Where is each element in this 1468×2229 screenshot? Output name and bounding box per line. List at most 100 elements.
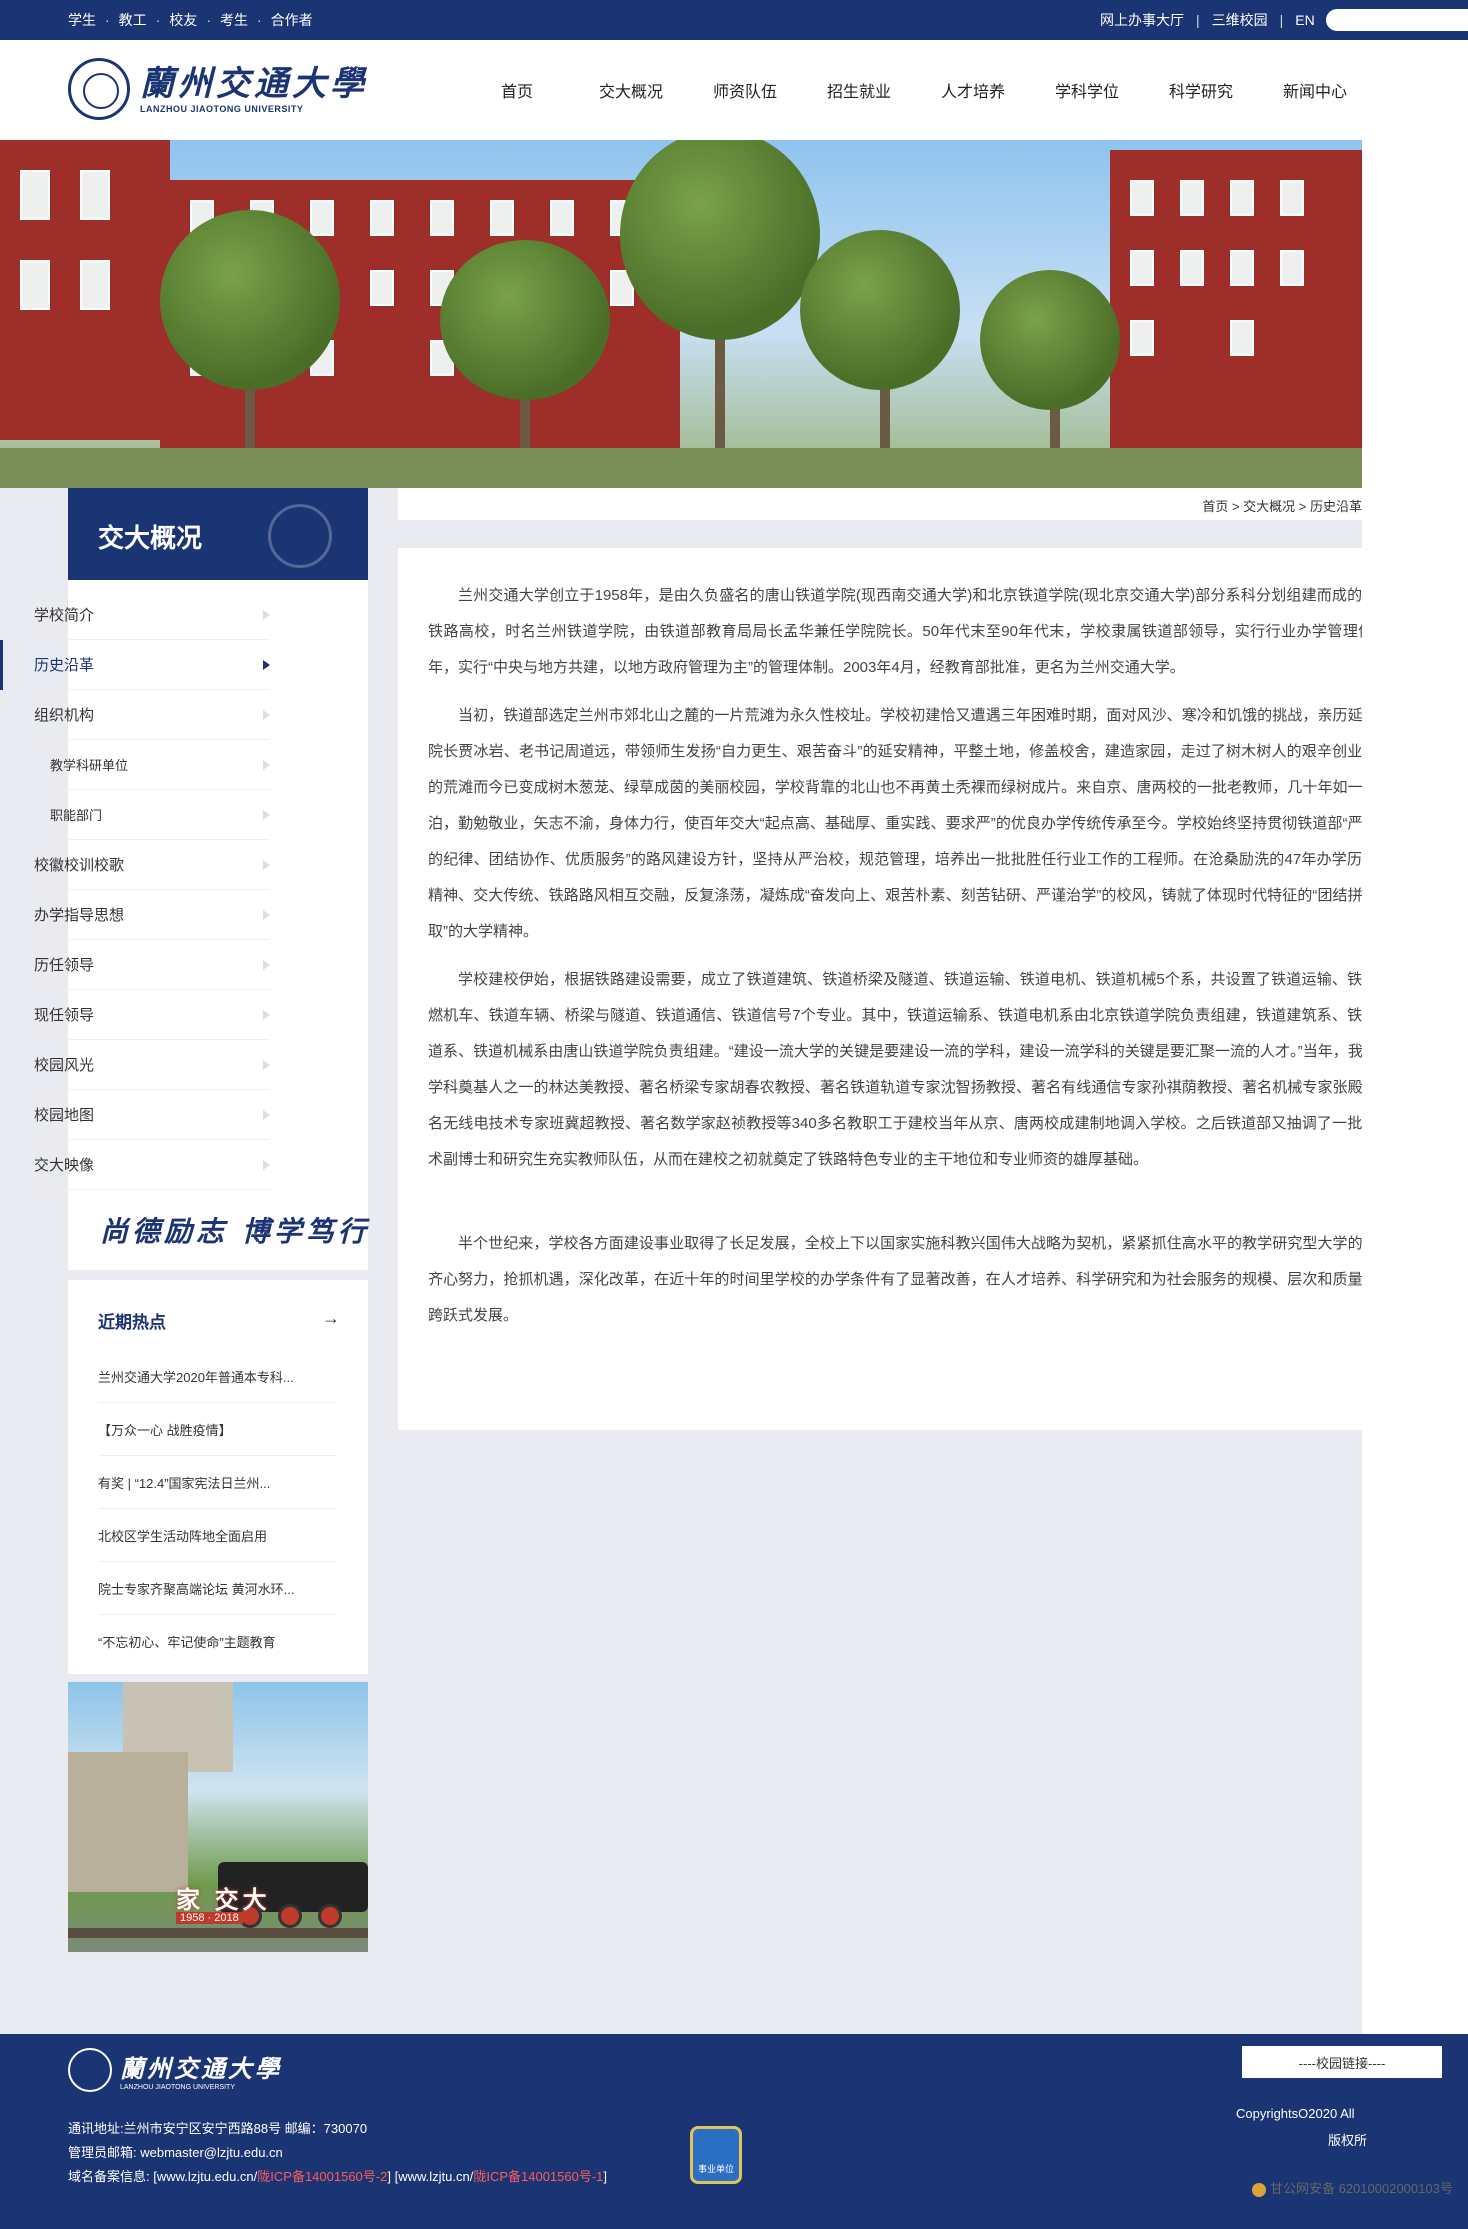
footer-logo[interactable]: 蘭州交通大學 LANZHOU JIAOTONG UNIVERSITY: [68, 2048, 282, 2092]
footer-icp: 域名备案信息: [www.lzjtu.edu.cn/陇ICP备14001560号…: [68, 2169, 608, 2184]
campus-locomotive-photo[interactable]: 家 交大 1958 · 2018: [68, 1682, 368, 1952]
sidebar-item-current-leaders[interactable]: 现任领导: [34, 990, 270, 1040]
university-seal-icon: [68, 58, 130, 120]
building: [0, 140, 170, 440]
chevron-right-icon: [263, 960, 270, 970]
link-applicants[interactable]: 考生: [220, 10, 248, 30]
separator-dot: ·: [105, 12, 110, 28]
tree: [620, 140, 820, 340]
public-institution-badge-icon[interactable]: 事业单位: [690, 2126, 742, 2184]
tree: [800, 230, 960, 390]
copyright-text: CopyrightsO2020 All: [1236, 2106, 1355, 2121]
sidebar-item-organization[interactable]: 组织机构: [34, 690, 270, 740]
article-paragraph: 兰州交通大学创立于1958年，是由久负盛名的唐山铁道学院(现西南交通大学)和北京…: [428, 587, 1438, 676]
hot-news-item[interactable]: 北校区学生活动阵地全面启用: [98, 1509, 336, 1562]
nav-education[interactable]: 人才培养: [916, 78, 1030, 102]
footer-logo-chinese: 蘭州交通大學: [120, 2054, 282, 2083]
hot-news-item[interactable]: 院士专家齐聚高端论坛 黄河水环...: [98, 1562, 336, 1615]
nav-admissions[interactable]: 招生就业: [802, 78, 916, 102]
article-content: 兰州交通大学创立于1958年，是由久负盛名的唐山铁道学院(现西南交通大学)和北京…: [398, 548, 1438, 1430]
article-paragraph: 半个世纪来，学校各方面建设事业取得了长足发展，全校上下以国家实施科教兴国伟大战略…: [428, 1235, 1438, 1324]
sidebar-item-campus-map[interactable]: 校园地图: [34, 1090, 270, 1140]
link-students[interactable]: 学生: [68, 10, 96, 30]
sidebar-item-campus-scenery[interactable]: 校园风光: [34, 1040, 270, 1090]
hot-news-item[interactable]: “不忘初心、牢记使命”主题教育: [98, 1615, 336, 1668]
separator-bar: |: [1196, 12, 1200, 28]
sidebar-item-images[interactable]: 交大映像: [34, 1140, 270, 1190]
logo-chinese: 蘭州交通大學: [140, 64, 368, 104]
chevron-down-icon[interactable]: [1442, 2058, 1460, 2070]
hot-news-item[interactable]: 有奖 | “12.4”国家宪法日兰州...: [98, 1456, 336, 1509]
seal-watermark-icon: [268, 504, 332, 568]
tree: [980, 270, 1120, 410]
article-paragraph: 学校建校伊始，根据铁路建设需要，成立了铁道建筑、铁道桥梁及隧道、铁道运输、铁道电…: [428, 971, 1438, 1168]
public-security-record[interactable]: 甘公网安备 62010002000103号: [1252, 2178, 1453, 2197]
top-right-links: 网上办事大厅 | 三维校园 | EN: [1100, 0, 1315, 40]
hot-news-item[interactable]: 兰州交通大学2020年普通本专科...: [98, 1350, 336, 1403]
sidebar-item-former-leaders[interactable]: 历任领导: [34, 940, 270, 990]
nav-research[interactable]: 科学研究: [1144, 78, 1258, 102]
link-english[interactable]: EN: [1295, 12, 1314, 28]
sidebar-item-history[interactable]: 历史沿革: [0, 640, 270, 690]
hot-news-item[interactable]: 【万众一心 战胜疫情】: [98, 1403, 336, 1456]
sidebar-item-emblem-motto-song[interactable]: 校徽校训校歌: [34, 840, 270, 890]
police-badge-icon: [1252, 2182, 1266, 2197]
nav-disciplines[interactable]: 学科学位: [1030, 78, 1144, 102]
nav-faculty[interactable]: 师资队伍: [688, 78, 802, 102]
article-paragraph: 当初，铁道部选定兰州市郊北山之麓的一片荒滩为永久性校址。学校初建恰又遭遇三年困难…: [428, 707, 1438, 940]
campus-banner-image: [0, 140, 1362, 488]
breadcrumb-text[interactable]: 首页 > 交大概况 > 历史沿革: [1202, 496, 1362, 515]
breadcrumb: 首页 > 交大概况 > 历史沿革: [398, 488, 1362, 520]
sidebar-item-school-intro[interactable]: 学校简介: [34, 590, 270, 640]
copyright-text-2: 版权所: [1328, 2133, 1368, 2148]
chevron-right-icon: [263, 760, 270, 770]
hot-news-title: 近期热点: [98, 1313, 166, 1332]
arrow-right-icon[interactable]: →: [322, 1308, 340, 1329]
main-nav: 首页 交大概况 师资队伍 招生就业 人才培养 学科学位 科学研究 新闻中心 人才…: [460, 40, 1468, 140]
nav-news[interactable]: 新闻中心: [1258, 78, 1372, 102]
footer-address: 通讯地址:兰州市安宁区安宁西路88号 邮编：730070: [68, 2121, 368, 2136]
sidebar-subitem-teaching-units[interactable]: 教学科研单位: [50, 740, 270, 790]
chevron-right-icon: [263, 910, 270, 920]
link-alumni[interactable]: 校友: [169, 10, 197, 30]
chevron-right-icon: [263, 1010, 270, 1020]
tree: [440, 240, 610, 400]
footer-logo-english: LANZHOU JIAOTONG UNIVERSITY: [120, 2084, 235, 2091]
icp-link[interactable]: 陇ICP备14001560号-1: [473, 2169, 603, 2184]
nav-recruitment[interactable]: 人才招聘: [1372, 78, 1468, 102]
separator-dot: ·: [155, 12, 161, 28]
audience-links: 学生 · 教工 · 校友 · 考生 · 合作者: [68, 0, 313, 40]
school-motto: 尚德励志 博学笃行: [100, 1215, 370, 1248]
sidebar-title: 交大概况: [98, 523, 203, 553]
search-input[interactable]: [1326, 9, 1468, 31]
footer-email: 管理员邮箱: webmaster@lzjtu.edu.cn: [68, 2145, 283, 2160]
chevron-right-icon: [263, 710, 270, 720]
link-staff[interactable]: 教工: [119, 10, 147, 30]
separator-bar: |: [1279, 12, 1284, 28]
icp-link[interactable]: 陇ICP备14001560号-2: [257, 2169, 387, 2184]
footer-logo-text: 蘭州交通大學 LANZHOU JIAOTONG UNIVERSITY: [112, 2049, 282, 2091]
building: [1110, 150, 1362, 470]
nav-home[interactable]: 首页: [460, 78, 574, 102]
hot-news-panel: 近期热点 → 兰州交通大学2020年普通本专科... 【万众一心 战胜疫情】 有…: [68, 1280, 368, 1674]
site-header: 蘭州交通大學 LANZHOU JIAOTONG UNIVERSITY 首页 交大…: [0, 40, 1468, 140]
sidebar-subitem-functional-depts[interactable]: 职能部门: [50, 790, 270, 840]
sidebar-title-panel: 交大概况: [68, 488, 368, 580]
nav-about[interactable]: 交大概况: [574, 78, 688, 102]
chevron-right-icon: [263, 810, 270, 820]
chevron-right-icon: [263, 1110, 270, 1120]
chevron-right-icon: [263, 660, 270, 670]
university-seal-icon: [68, 2048, 112, 2092]
photo-sign: 家 交大: [176, 1887, 271, 1914]
link-3d-campus[interactable]: 三维校园: [1212, 10, 1268, 30]
separator-dot: ·: [206, 12, 212, 28]
top-bar: 学生 · 教工 · 校友 · 考生 · 合作者 网上办事大厅 | 三维校园 | EN: [0, 0, 1468, 40]
university-logo[interactable]: 蘭州交通大學 LANZHOU JIAOTONG UNIVERSITY: [68, 58, 368, 120]
photo-years: 1958 · 2018: [176, 1912, 243, 1924]
chevron-right-icon: [263, 1060, 270, 1070]
link-partners[interactable]: 合作者: [271, 10, 313, 30]
sidebar-item-guiding-philosophy[interactable]: 办学指导思想: [34, 890, 270, 940]
logo-text: 蘭州交通大學 LANZHOU JIAOTONG UNIVERSITY: [140, 64, 368, 114]
link-online-service-hall[interactable]: 网上办事大厅: [1100, 10, 1184, 30]
campus-links-select[interactable]: ----校园链接----: [1242, 2046, 1442, 2078]
